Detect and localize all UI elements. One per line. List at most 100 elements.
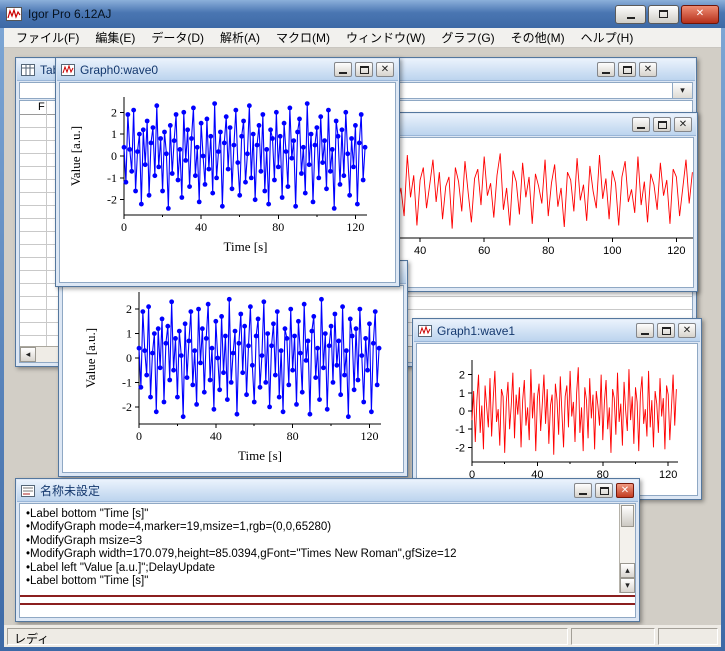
- history-line: •ModifyGraph width=170.079,height=85.039…: [26, 548, 619, 561]
- svg-text:-1: -1: [122, 375, 132, 389]
- scrollbar-thumb[interactable]: [621, 505, 634, 527]
- app-title: Igor Pro 6.12AJ: [28, 7, 613, 21]
- menu-analysis[interactable]: 解析(A): [212, 27, 268, 48]
- graph1-close-button[interactable]: ✕: [678, 323, 696, 338]
- minimize-icon: [641, 333, 649, 335]
- graph2-window: ✕ 406080100120: [395, 112, 698, 292]
- arrow-left-icon: ◂: [26, 350, 31, 359]
- menu-misc[interactable]: その他(M): [503, 27, 573, 48]
- graph1-minimize-button[interactable]: [636, 323, 654, 338]
- svg-text:120: 120: [360, 429, 378, 443]
- command-window-icon: [21, 485, 35, 497]
- command-line-input[interactable]: [20, 605, 635, 617]
- svg-text:-1: -1: [455, 424, 465, 436]
- graph1-content: 04080120-2-1012: [416, 343, 698, 496]
- table-maximize-button[interactable]: [618, 62, 636, 77]
- minimize-icon: [637, 127, 645, 129]
- app-close-button[interactable]: ✕: [681, 5, 719, 24]
- close-icon: ✕: [381, 65, 389, 75]
- history-scrollbar[interactable]: ▴ ▾: [619, 504, 635, 593]
- graph0-window: Graph0:wave0 ✕ 04080120-2-1012Time [s]Va…: [55, 57, 400, 287]
- command-minimize-button[interactable]: [574, 483, 592, 498]
- graph-window-icon: [61, 64, 75, 76]
- svg-text:0: 0: [459, 406, 465, 418]
- scroll-up-button[interactable]: ▴: [620, 563, 635, 578]
- menu-edit[interactable]: 編集(E): [87, 27, 143, 48]
- entry-dropdown-button[interactable]: ▾: [672, 83, 692, 98]
- app-titlebar[interactable]: Igor Pro 6.12AJ ✕: [0, 0, 725, 28]
- svg-text:120: 120: [346, 220, 364, 234]
- app-maximize-button[interactable]: [648, 5, 679, 24]
- command-maximize-button[interactable]: [595, 483, 613, 498]
- close-icon: ✕: [696, 9, 704, 19]
- minimize-icon: [579, 493, 587, 495]
- scroll-down-button[interactable]: ▾: [620, 578, 635, 593]
- svg-text:40: 40: [195, 220, 207, 234]
- svg-text:1: 1: [459, 388, 465, 400]
- maximize-icon: [659, 10, 668, 18]
- graph0-title: Graph0:wave0: [80, 63, 331, 77]
- graph1-titlebar[interactable]: Graph1:wave1 ✕: [414, 320, 700, 342]
- graph2-close-button[interactable]: ✕: [674, 117, 692, 132]
- history-line: •ModifyGraph mode=4,marker=19,msize=1,rg…: [26, 521, 619, 534]
- svg-text:-1: -1: [107, 171, 117, 185]
- graph1-maximize-button[interactable]: [657, 323, 675, 338]
- command-title: 名称未設定: [40, 482, 571, 499]
- graph0b-plot[interactable]: 04080120-2-1012Time [s]Value [a.u.]: [63, 286, 403, 472]
- graph1-title: Graph1:wave1: [437, 324, 633, 338]
- igor-app-window: Igor Pro 6.12AJ ✕ ファイル(F) 編集(E) データ(D) 解…: [0, 0, 725, 651]
- menubar: ファイル(F) 編集(E) データ(D) 解析(A) マクロ(M) ウィンドウ(…: [4, 28, 721, 48]
- statusbar: レディ: [4, 625, 721, 647]
- svg-text:0: 0: [111, 149, 117, 163]
- graph1-plot[interactable]: 04080120-2-1012: [417, 344, 697, 495]
- table-minimize-button[interactable]: [597, 62, 615, 77]
- maximize-icon: [623, 66, 632, 74]
- graph0b-content: 04080120-2-1012Time [s]Value [a.u.]: [62, 285, 404, 473]
- graph2-plot[interactable]: 406080100120: [400, 138, 693, 287]
- table-window-icon: [21, 64, 35, 76]
- status-panel-2: [571, 628, 655, 645]
- menu-graph[interactable]: グラフ(G): [433, 27, 502, 48]
- close-icon: ✕: [621, 486, 629, 496]
- minimize-icon: [602, 72, 610, 74]
- minimize-icon: [627, 17, 635, 19]
- graph2-maximize-button[interactable]: [653, 117, 671, 132]
- svg-text:120: 120: [659, 469, 677, 481]
- menu-data[interactable]: データ(D): [143, 27, 212, 48]
- history-line: •Label left "Value [a.u.]";DelayUpdate: [26, 562, 619, 575]
- app-minimize-button[interactable]: [615, 5, 646, 24]
- close-icon: ✕: [679, 120, 687, 130]
- graph1-window: Graph1:wave1 ✕ 04080120-2-1012: [412, 318, 702, 500]
- command-close-button[interactable]: ✕: [616, 483, 634, 498]
- graph-window-icon: [418, 325, 432, 337]
- menu-windows[interactable]: ウィンドウ(W): [338, 27, 433, 48]
- graph0-minimize-button[interactable]: [334, 62, 352, 77]
- svg-text:Time [s]: Time [s]: [224, 239, 268, 254]
- svg-text:80: 80: [287, 429, 299, 443]
- svg-text:2: 2: [459, 370, 465, 382]
- graph0-titlebar[interactable]: Graph0:wave0 ✕: [57, 59, 398, 81]
- arrow-up-icon: ▴: [625, 566, 630, 575]
- menu-macros[interactable]: マクロ(M): [268, 27, 338, 48]
- svg-text:120: 120: [667, 245, 685, 257]
- close-icon: ✕: [644, 65, 652, 75]
- menu-file[interactable]: ファイル(F): [8, 27, 87, 48]
- graph0-close-button[interactable]: ✕: [376, 62, 394, 77]
- graph2-minimize-button[interactable]: [632, 117, 650, 132]
- svg-text:Time [s]: Time [s]: [238, 448, 282, 463]
- maximize-icon: [600, 487, 609, 495]
- svg-text:40: 40: [414, 245, 426, 257]
- graph2-content: 406080100120: [399, 137, 694, 288]
- svg-text:2: 2: [126, 302, 132, 316]
- table-close-button[interactable]: ✕: [639, 62, 657, 77]
- history-line: •Label bottom "Time [s]": [26, 508, 619, 521]
- graph0-maximize-button[interactable]: [355, 62, 373, 77]
- graph0-plot[interactable]: 04080120-2-1012Time [s]Value [a.u.]: [60, 83, 395, 282]
- minimize-icon: [339, 72, 347, 74]
- scroll-left-button[interactable]: ◂: [20, 347, 36, 362]
- graph2-titlebar[interactable]: ✕: [397, 114, 696, 136]
- svg-text:1: 1: [111, 127, 117, 141]
- command-history[interactable]: •Label bottom "Time [s]" •ModifyGraph mo…: [20, 504, 619, 593]
- command-titlebar[interactable]: 名称未設定 ✕: [17, 480, 638, 502]
- menu-help[interactable]: ヘルプ(H): [573, 27, 642, 48]
